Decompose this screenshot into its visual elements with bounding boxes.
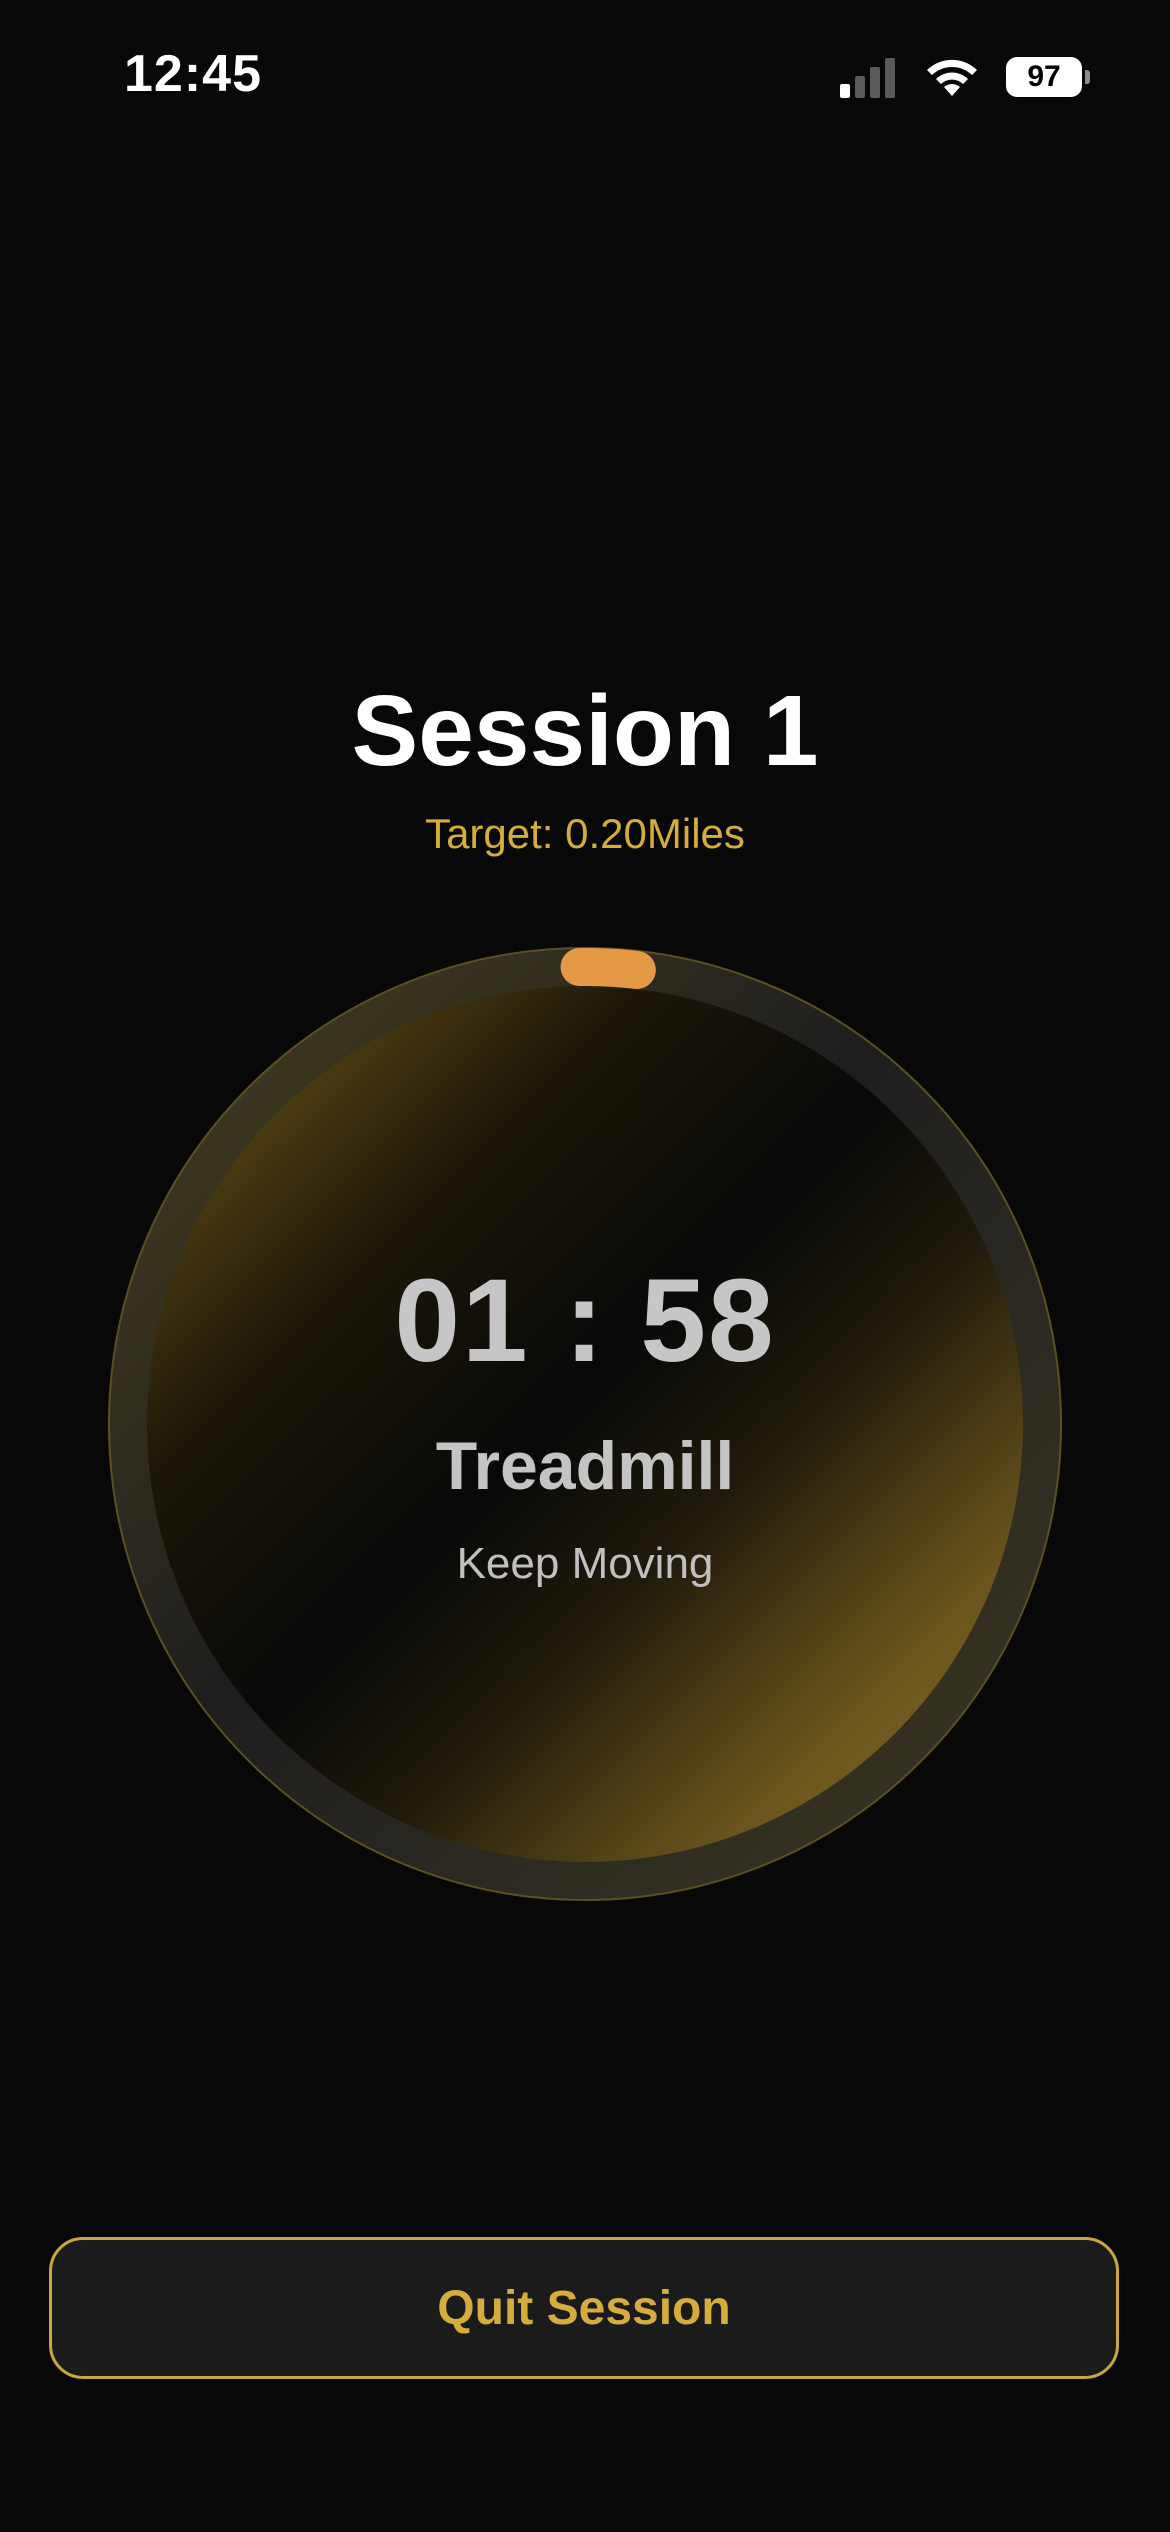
quit-session-button[interactable]: Quit Session — [49, 2237, 1119, 2379]
session-title: Session 1 — [351, 675, 819, 787]
battery-cap — [1085, 70, 1090, 84]
status-bar: 12:45 97 — [0, 0, 1170, 150]
activity-name: Treadmill — [435, 1428, 735, 1504]
session-target: Target: 0.20Miles — [425, 810, 745, 857]
timer-ring: 01 : 58 Treadmill Keep Moving — [107, 946, 1063, 1902]
battery-icon: 97 — [1006, 56, 1090, 98]
progress-indicator — [560, 948, 656, 989]
activity-message: Keep Moving — [456, 1539, 714, 1588]
battery-level: 97 — [1006, 57, 1082, 97]
wifi-icon — [927, 59, 977, 96]
status-time: 12:45 — [124, 45, 262, 103]
status-indicators: 97 — [840, 54, 1090, 100]
ring-inner — [147, 986, 1023, 1862]
timer-display: 01 : 58 — [394, 1255, 776, 1387]
cellular-signal-icon — [840, 58, 895, 98]
timer-ring-graphic — [108, 947, 1062, 1901]
